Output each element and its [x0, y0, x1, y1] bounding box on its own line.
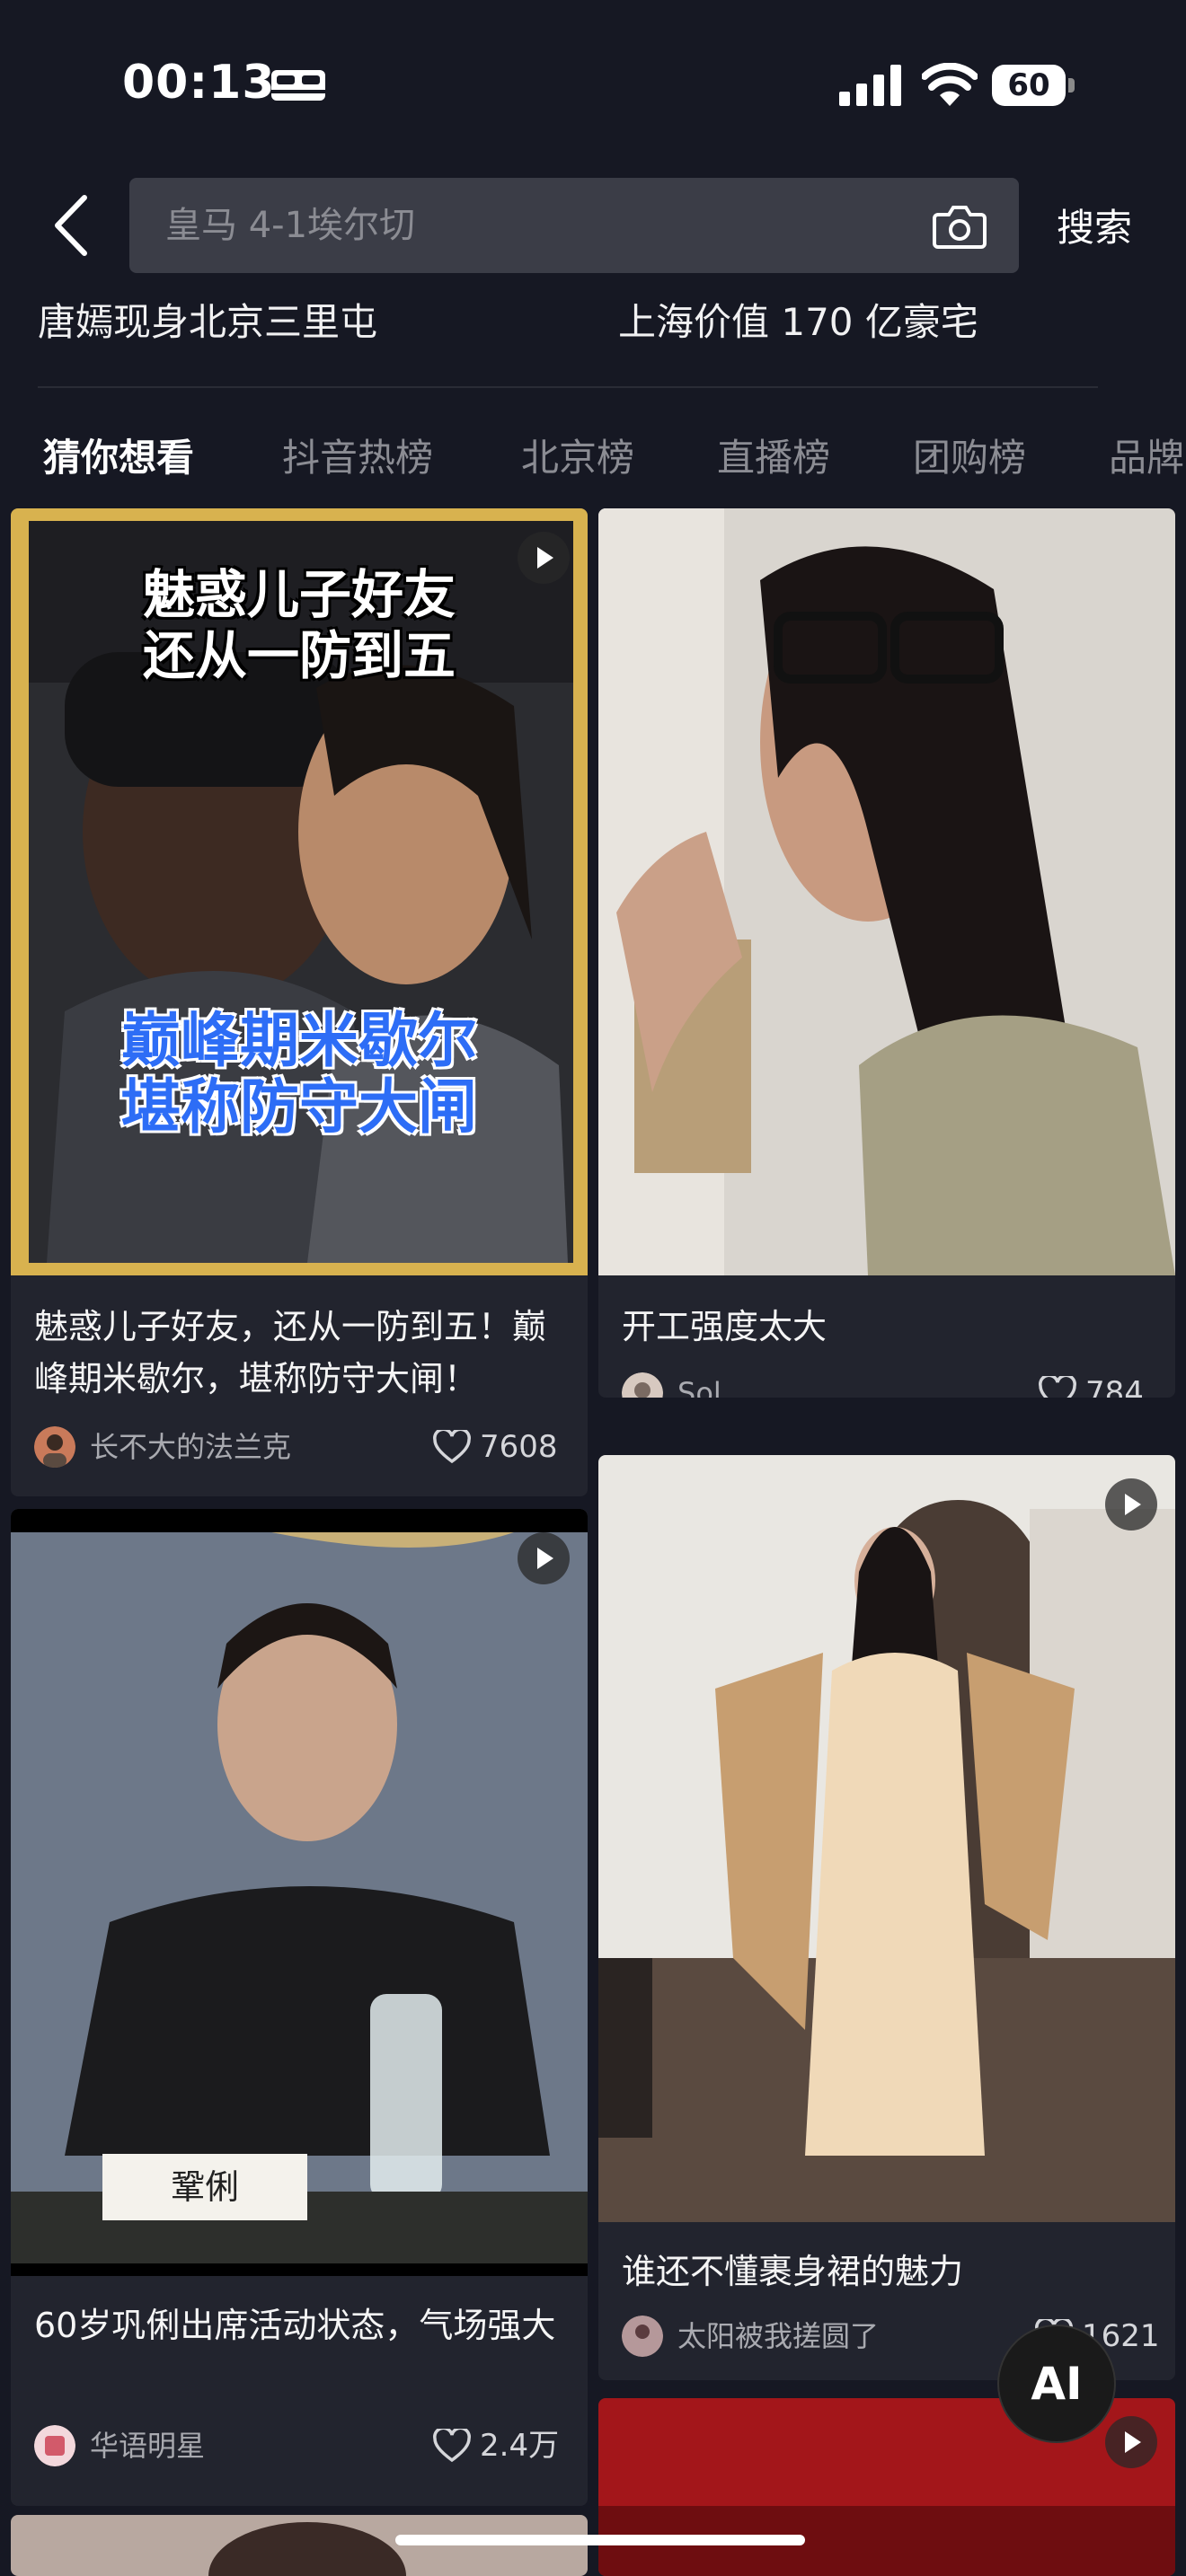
play-icon	[1105, 1478, 1157, 1531]
search-placeholder: 皇马 4-1埃尔切	[165, 205, 416, 246]
video-thumbnail	[598, 508, 1175, 1275]
author[interactable]: 华语明星	[34, 2425, 429, 2466]
divider	[38, 386, 1098, 388]
video-card[interactable]: 开工强度太大 Sol 784	[598, 508, 1175, 1398]
author[interactable]: Sol	[622, 1372, 891, 1398]
wifi-icon	[922, 63, 978, 106]
search-input[interactable]: 皇马 4-1埃尔切	[129, 178, 1019, 273]
tab-group-buy[interactable]: 团购榜	[913, 428, 1026, 482]
overlay-line: 魅惑儿子好友 还从一防到五	[142, 564, 456, 686]
like-button[interactable]: 2.4万	[433, 2425, 564, 2466]
like-count: 2.4万	[480, 2428, 560, 2464]
back-arrow-icon[interactable]	[45, 192, 99, 259]
tab-beijing[interactable]: 北京榜	[521, 428, 634, 482]
like-button[interactable]: 7608	[433, 1426, 564, 1468]
author-name: Sol	[677, 1376, 721, 1398]
ai-assistant-button[interactable]: AI	[997, 2325, 1116, 2443]
play-icon	[518, 1532, 570, 1584]
author-name: 华语明星	[90, 2429, 206, 2463]
heart-icon	[433, 1430, 471, 1464]
hot-suggestion-2[interactable]: 上海价值 170 亿豪宅	[618, 292, 978, 347]
card-title: 魅惑儿子好友，还从一防到五！巅峰期米歇尔，堪称防守大闸！	[34, 1307, 547, 1398]
video-card[interactable]: 魅惑儿子好友 还从一防到五 巅峰期米歇尔 堪称防守大闸 魅惑儿子好友，还从一防到…	[11, 508, 588, 1496]
author-name: 长不大的法兰克	[90, 1430, 292, 1464]
category-tabs: 猜你想看 抖音热榜 北京榜 直播榜 团购榜 品牌	[0, 428, 1186, 487]
author[interactable]: 长不大的法兰克	[34, 1426, 429, 1468]
name-plate: 鞏俐	[102, 2154, 307, 2220]
like-count: 784	[1085, 1375, 1144, 1398]
search-button[interactable]: 搜索	[1057, 198, 1132, 252]
hot-suggestion-1[interactable]: 唐嫣现身北京三里屯	[38, 292, 377, 347]
like-button[interactable]: 784	[1039, 1372, 1152, 1398]
avatar	[622, 1372, 663, 1398]
heart-icon	[1039, 1376, 1076, 1398]
avatar	[622, 2316, 663, 2357]
video-card[interactable]: 谁还不懂裹身裙的魅力 太阳被我搓圆了 1621	[598, 1455, 1175, 2380]
camera-icon[interactable]	[933, 202, 987, 249]
status-time: 00:13	[122, 56, 276, 110]
tab-brand[interactable]: 品牌	[1109, 428, 1184, 482]
video-thumbnail	[598, 1455, 1175, 2222]
card-title: 开工强度太大	[622, 1307, 828, 1346]
overlay-text-bottom: 巅峰期米歇尔 堪称防守大闸	[11, 1008, 588, 1141]
overlay-line: 巅峰期米歇尔 堪称防守大闸	[121, 1006, 477, 1142]
play-icon	[518, 532, 570, 584]
author-name: 太阳被我搓圆了	[677, 2319, 880, 2353]
heart-icon	[433, 2429, 471, 2463]
card-title: 谁还不懂裹身裙的魅力	[622, 2252, 964, 2291]
bed-icon	[271, 70, 325, 101]
tab-guess-you-like[interactable]: 猜你想看	[43, 428, 194, 482]
avatar	[34, 1426, 75, 1468]
play-icon	[1105, 2416, 1157, 2468]
battery-level: 60	[992, 65, 1066, 106]
like-count: 7608	[480, 1429, 558, 1465]
avatar	[34, 2425, 75, 2466]
cellular-signal-icon	[839, 65, 901, 106]
home-indicator[interactable]	[395, 2535, 805, 2545]
video-card[interactable]: 鞏俐 60岁巩俐出席活动状态，气场强大 华语明星 2.4万	[11, 1509, 588, 2506]
video-card[interactable]	[11, 2515, 588, 2576]
tab-live[interactable]: 直播榜	[717, 428, 830, 482]
card-title: 60岁巩俐出席活动状态，气场强大	[34, 2306, 556, 2345]
video-thumbnail	[11, 2515, 588, 2576]
tab-douyin-hot[interactable]: 抖音热榜	[282, 428, 433, 482]
author[interactable]: 太阳被我搓圆了	[622, 2316, 918, 2357]
overlay-text-top: 魅惑儿子好友 还从一防到五	[11, 564, 588, 686]
battery-icon: 60	[992, 65, 1075, 106]
